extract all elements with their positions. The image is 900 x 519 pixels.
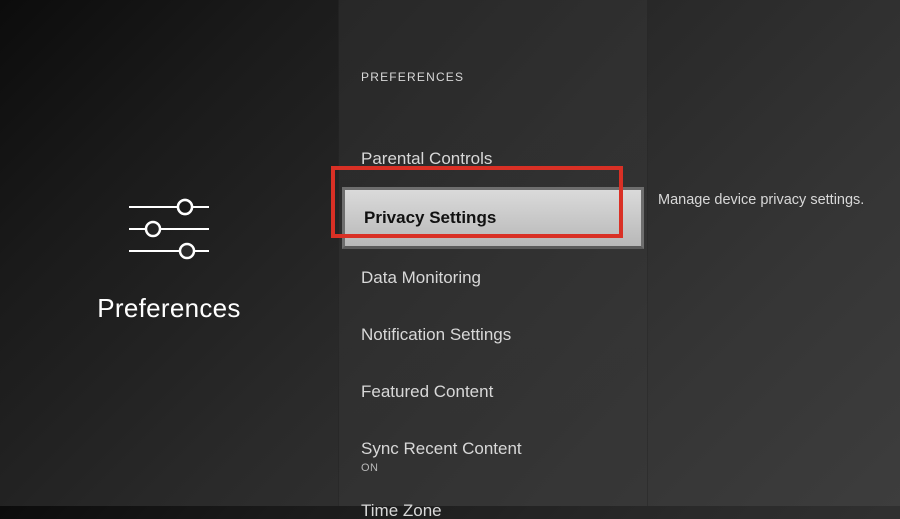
menu-item-time-zone[interactable]: Time Zone [339,482,647,519]
menu-item-data-monitoring[interactable]: Data Monitoring [339,249,647,306]
menu-item-subvalue: ON [361,462,625,474]
menu-item-label: Time Zone [361,501,442,519]
sliders-icon [123,193,215,265]
menu-item-label: Featured Content [361,382,493,401]
menu-item-notification-settings[interactable]: Notification Settings [339,306,647,363]
menu-item-parental-controls[interactable]: Parental Controls [339,130,647,187]
menu-item-label: Data Monitoring [361,268,481,287]
settings-menu-panel: PREFERENCES Parental Controls Privacy Se… [338,0,648,506]
menu-item-label: Privacy Settings [364,208,496,227]
detail-panel: Manage device privacy settings. [648,0,900,506]
category-title: Preferences [97,293,240,324]
menu-item-label: Notification Settings [361,325,511,344]
menu-item-label: Sync Recent Content [361,439,522,458]
item-description: Manage device privacy settings. [658,192,890,208]
category-panel: Preferences [0,0,338,506]
menu-list: Parental Controls Privacy Settings Data … [339,130,647,519]
menu-item-sync-recent-content[interactable]: Sync Recent Content ON [339,420,647,482]
section-header: PREFERENCES [339,70,647,84]
menu-item-privacy-settings[interactable]: Privacy Settings [342,187,644,249]
menu-item-label: Parental Controls [361,149,492,168]
menu-item-featured-content[interactable]: Featured Content [339,363,647,420]
